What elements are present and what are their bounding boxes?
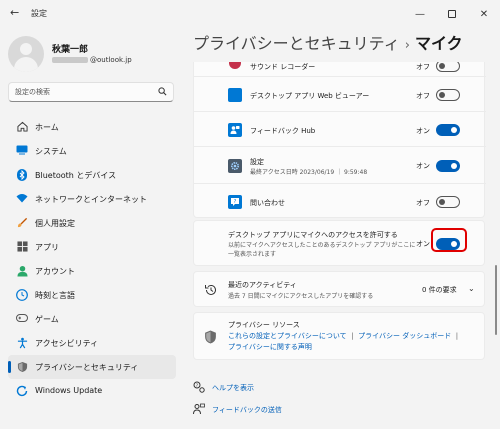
main-content: サウンド レコーダー オフ デスクトップ アプリ Web ビューアー オフ フィ… [193,62,491,429]
maximize-icon [448,10,456,18]
breadcrumb-current: マイク [414,34,463,53]
feedback-hub-toggle[interactable] [436,124,460,136]
sidebar-item-network[interactable]: ネットワークとインターネット [8,187,176,211]
system-icon [16,145,28,157]
requests-count: 0 件の要求 [422,286,457,294]
app-list: サウンド レコーダー オフ デスクトップ アプリ Web ビューアー オフ フィ… [193,62,486,219]
sound-recorder-toggle[interactable] [436,62,460,72]
history-icon [204,283,218,297]
sidebar: 秋葉一郎 @outlook.jp ホーム システム Bluetooth とデバイ… [0,28,184,429]
sidebar-item-accounts[interactable]: アカウント [8,259,176,283]
settings-toggle[interactable] [436,160,460,172]
profile[interactable]: 秋葉一郎 @outlook.jp [8,36,178,76]
shield-icon [16,361,28,373]
search-input[interactable] [15,86,155,98]
brush-icon [16,217,28,229]
page-title: プライバシーとセキュリティ › マイク [193,30,463,54]
send-feedback-link[interactable]: フィードバックの送信 [212,405,282,415]
highlight-outline [431,228,467,252]
sidebar-item-time-language[interactable]: 時刻と言語 [8,283,176,307]
time-language-icon [16,289,28,301]
accessibility-icon [16,337,28,349]
resource-links-row2: プライバシーに関する声明 [228,342,312,352]
list-item-feedback-hub: フィードバック Hub オン [194,113,486,147]
sidebar-item-gaming[interactable]: ゲーム [8,307,176,331]
recent-activity[interactable]: 最近のアクティビティ 過去 7 日間にマイクにアクセスしたアプリを確認する 0 … [193,271,485,307]
webview-icon [228,88,242,102]
wifi-icon [16,193,28,205]
search-box[interactable] [8,82,174,102]
sidebar-item-home[interactable]: ホーム [8,115,176,139]
account-icon [16,265,28,277]
sidebar-item-system[interactable]: システム [8,139,176,163]
get-help-toggle[interactable] [436,196,460,208]
sidebar-item-personalization[interactable]: 個人用設定 [8,211,176,235]
get-help-icon: ? [228,195,242,209]
sidebar-item-bluetooth[interactable]: Bluetooth とデバイス [8,163,176,187]
sidebar-item-windows-update[interactable]: Windows Update [8,379,176,403]
link-privacy-statement[interactable]: プライバシーに関する声明 [228,343,312,351]
get-help-link[interactable]: ヘルプを表示 [212,383,254,393]
shield-icon [204,330,217,344]
list-item-sound-recorder: サウンド レコーダー オフ [194,62,486,77]
minimize-button[interactable]: — [404,0,436,28]
svg-text:?: ? [234,199,237,205]
privacy-resources: プライバシー リソース これらの設定とプライバシーについて | プライバシー ダ… [193,312,485,360]
back-arrow-icon[interactable]: ← [10,6,24,20]
avatar [8,36,44,72]
scrollbar[interactable] [495,265,497,335]
help-icon: ? [193,381,205,393]
search-icon [157,87,167,97]
profile-email: @outlook.jp [52,56,132,64]
sound-recorder-icon [229,62,241,69]
maximize-button[interactable] [436,0,468,28]
windows-update-icon [16,385,28,397]
title-bar: ← 設定 — ✕ [0,0,500,28]
close-button[interactable]: ✕ [468,0,500,28]
nav-list: ホーム システム Bluetooth とデバイス ネットワークとインターネット … [8,115,176,403]
link-privacy-dashboard[interactable]: プライバシー ダッシュボード [358,332,451,340]
close-icon: ✕ [479,8,489,20]
chevron-down-icon[interactable]: ⌄ [468,284,475,293]
list-item-get-help: ? 問い合わせ オフ [194,185,486,219]
game-icon [16,313,28,325]
bluetooth-icon [16,169,28,181]
feedback-icon [193,403,205,415]
apps-icon [16,241,28,253]
link-settings-and-privacy[interactable]: これらの設定とプライバシーについて [228,332,347,340]
profile-name: 秋葉一郎 [52,45,89,55]
list-item-webview: デスクトップ アプリ Web ビューアー オフ [194,78,486,112]
app-title: 設定 [31,9,47,18]
minimize-icon: — [415,8,425,20]
breadcrumb-parent[interactable]: プライバシーとセキュリティ [193,34,400,53]
list-item-settings: 設定 最終アクセス日時 2023/06/19 ｜ 9:59:48 オン [194,148,486,184]
breadcrumb-separator: › [404,38,410,53]
sidebar-item-accessibility[interactable]: アクセシビリティ [8,331,176,355]
home-icon [16,121,28,133]
feedback-hub-icon [228,123,242,137]
sidebar-item-apps[interactable]: アプリ [8,235,176,259]
webview-toggle[interactable] [436,89,460,101]
resource-links-row1: これらの設定とプライバシーについて | プライバシー ダッシュボード | [228,332,459,340]
sidebar-item-privacy-security[interactable]: プライバシーとセキュリティ [8,355,176,379]
settings-gear-icon [228,159,242,173]
